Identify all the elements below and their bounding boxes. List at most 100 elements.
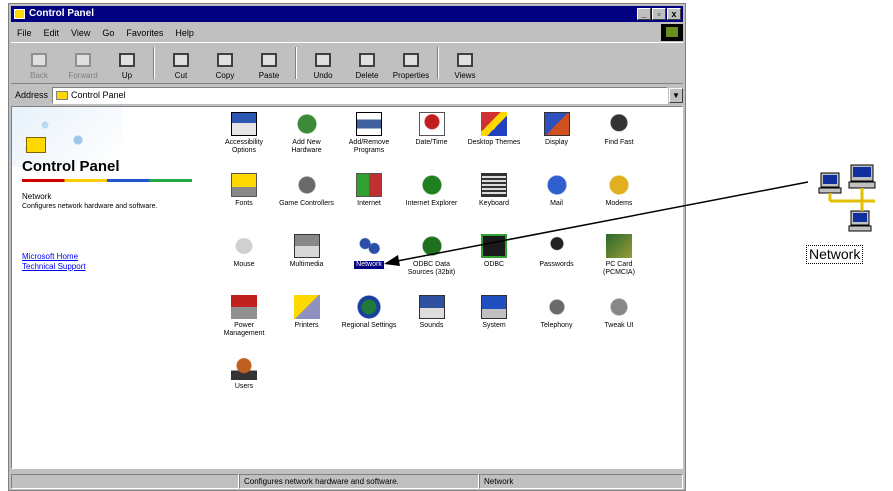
control-panel-item-label: Telephony [540, 322, 573, 329]
forward-arrow-icon [75, 53, 91, 67]
control-panel-item[interactable]: Internet Explorer [403, 173, 461, 208]
control-panel-item[interactable]: Tweak UI [590, 295, 648, 330]
control-panel-item[interactable]: Mail [528, 173, 586, 208]
control-panel-item[interactable]: Display [528, 112, 586, 147]
control-panel-item-icon [293, 295, 320, 319]
menu-edit[interactable]: Edit [38, 28, 66, 38]
control-panel-item-icon [356, 173, 382, 197]
properties-button[interactable]: Properties [389, 44, 433, 82]
control-panel-item-label: System [482, 322, 506, 329]
window-title: Control Panel [29, 8, 95, 19]
back-button[interactable]: Back [17, 44, 61, 82]
control-panel-item[interactable]: Add/Remove Programs [340, 112, 398, 155]
menu-help[interactable]: Help [169, 28, 200, 38]
delete-icon [359, 53, 375, 67]
control-panel-item[interactable]: Desktop Themes [465, 112, 523, 147]
address-label: Address [15, 90, 49, 100]
copy-button[interactable]: Copy [203, 44, 247, 82]
control-panel-item-icon [606, 295, 632, 319]
control-panel-item-label: Mail [550, 200, 563, 207]
address-input[interactable]: Control Panel [52, 86, 668, 104]
toolbar-separator [437, 47, 439, 79]
address-dropdown-button[interactable]: ▼ [669, 87, 683, 103]
control-panel-item[interactable]: Passwords [528, 234, 586, 269]
control-panel-item-label: Network [354, 261, 384, 269]
properties-icon [403, 53, 419, 67]
control-panel-item-icon [231, 295, 257, 319]
control-panel-item-label: PC Card (PCMCIA) [603, 261, 635, 276]
menu-go[interactable]: Go [96, 28, 120, 38]
undo-button[interactable]: Undo [301, 44, 345, 82]
control-panel-item[interactable]: Keyboard [465, 173, 523, 208]
control-panel-item[interactable]: System [465, 295, 523, 330]
menu-favorites[interactable]: Favorites [120, 28, 169, 38]
control-panel-item[interactable]: Printers [278, 295, 336, 330]
paste-button[interactable]: Paste [247, 44, 291, 82]
delete-button[interactable]: Delete [345, 44, 389, 82]
views-button[interactable]: Views [443, 44, 487, 82]
control-panel-item[interactable]: PC Card (PCMCIA) [590, 234, 648, 277]
address-value: Control Panel [71, 90, 126, 100]
control-panel-item-label: Fonts [235, 200, 253, 207]
control-panel-item[interactable]: Add New Hardware [278, 112, 336, 155]
screenshot-stage: Control Panel _ ▫ x File Edit View Go Fa… [0, 0, 893, 491]
paste-icon [261, 53, 277, 67]
microsoft-home-link[interactable]: Microsoft Home [22, 252, 78, 261]
control-panel-item-icon [231, 112, 257, 136]
up-button[interactable]: Up [105, 44, 149, 82]
control-panel-item-label: Multimedia [289, 261, 324, 268]
selected-item-description: Configures network hardware and software… [22, 203, 158, 210]
control-panel-item-icon [543, 234, 570, 258]
up-folder-icon [119, 53, 135, 67]
close-button[interactable]: x [667, 8, 681, 20]
control-panel-item-label: Printers [294, 322, 319, 329]
control-panel-item[interactable]: Telephony [528, 295, 586, 330]
forward-button[interactable]: Forward [61, 44, 105, 82]
control-panel-item[interactable]: Date/Time [403, 112, 461, 147]
control-panel-item[interactable]: Game Controllers [278, 173, 336, 208]
control-panel-item-icon [418, 173, 445, 197]
control-panel-item[interactable]: Network [340, 234, 398, 269]
control-panel-item[interactable]: Internet [340, 173, 398, 208]
title-bar[interactable]: Control Panel _ ▫ x [11, 6, 683, 22]
network-large-icon [818, 164, 876, 232]
content-area: Control Panel Network Configures network… [11, 106, 683, 469]
control-panel-item-icon [293, 234, 320, 258]
cut-button[interactable]: Cut [159, 44, 203, 82]
technical-support-link[interactable]: Technical Support [22, 262, 86, 271]
control-panel-item[interactable]: Mouse [215, 234, 273, 269]
control-panel-item[interactable]: Power Management [215, 295, 273, 338]
control-panel-item-icon [481, 173, 507, 197]
undo-icon [315, 53, 331, 67]
toolbar: Back Forward Up Cut Copy Paste Undo Dele… [11, 42, 683, 84]
control-panel-item-label: Internet [357, 200, 381, 207]
control-panel-item[interactable]: Modems [590, 173, 648, 208]
control-panel-item[interactable]: Fonts [215, 173, 273, 208]
menu-view[interactable]: View [65, 28, 96, 38]
windows-logo-icon [661, 24, 683, 41]
control-panel-item-icon [356, 112, 382, 136]
control-panel-item-label: Sounds [419, 322, 444, 329]
status-cell-2: Configures network hardware and software… [239, 473, 479, 489]
control-panel-item-icon [481, 112, 507, 136]
control-panel-item-icon [543, 173, 570, 197]
control-panel-item-label: Mouse [233, 261, 255, 268]
control-panel-item-label: Passwords [539, 261, 574, 268]
control-panel-item[interactable]: ODBC Data Sources (32bit) [403, 234, 461, 277]
control-panel-item-label: Regional Settings [341, 322, 397, 329]
control-panel-item[interactable]: Sounds [403, 295, 461, 330]
control-panel-item[interactable]: Regional Settings [340, 295, 398, 330]
control-panel-item[interactable]: Users [215, 356, 273, 391]
control-panel-item[interactable]: Accessibility Options [215, 112, 273, 155]
minimize-button[interactable]: _ [637, 8, 651, 20]
control-panel-item[interactable]: ODBC [465, 234, 523, 269]
control-panel-item[interactable]: Multimedia [278, 234, 336, 269]
cut-icon [173, 53, 189, 67]
menu-file[interactable]: File [11, 28, 38, 38]
control-panel-item-label: Users [234, 383, 254, 390]
maximize-button[interactable]: ▫ [652, 8, 666, 20]
control-panel-item-icon [231, 234, 257, 258]
control-panel-item[interactable]: Find Fast [590, 112, 648, 147]
views-icon [457, 53, 473, 67]
control-panel-item-label: Date/Time [415, 139, 448, 146]
